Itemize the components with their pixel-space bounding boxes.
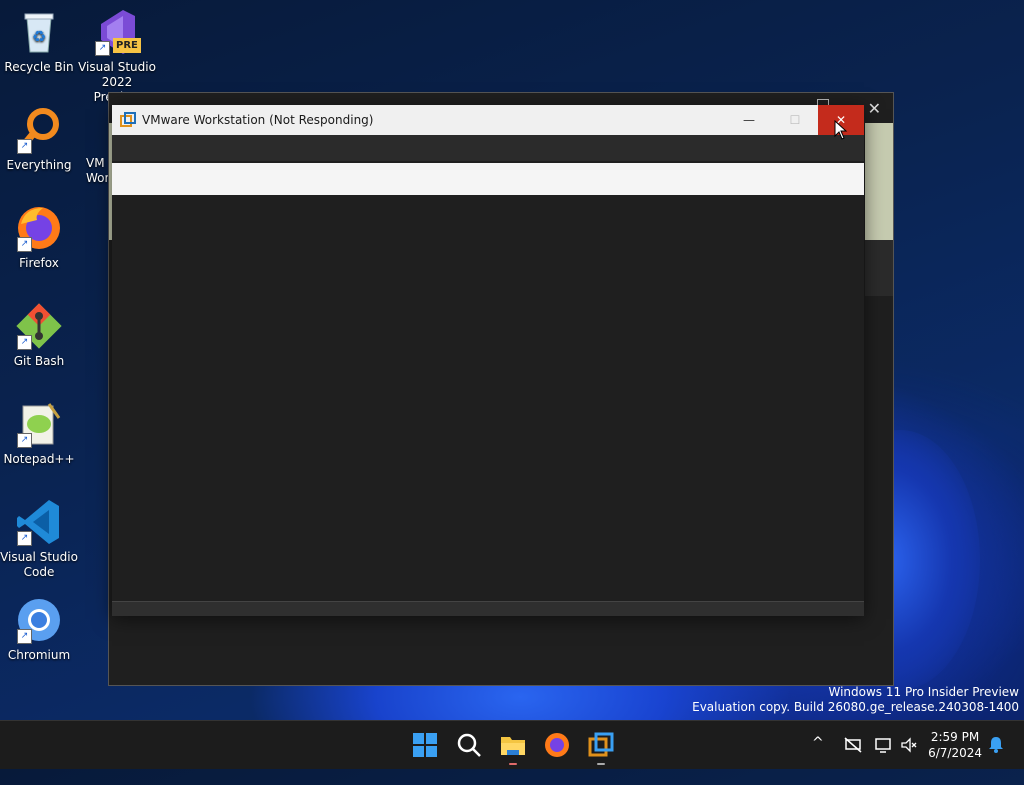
desktop-icon-vscode[interactable]: ↗ Visual Studio Code <box>0 498 78 580</box>
preview-badge: PRE <box>113 38 141 53</box>
notepadpp-icon: ↗ <box>15 400 63 448</box>
notification-bell-icon[interactable] <box>988 735 1004 783</box>
search-icon[interactable] <box>455 731 483 759</box>
status-bar <box>112 601 864 616</box>
recycle-bin-icon: ♻ <box>15 8 63 56</box>
mouse-cursor-icon <box>834 119 848 140</box>
background-window-scroll[interactable] <box>865 240 893 296</box>
main-content <box>112 195 864 601</box>
background-window-pane-right <box>865 123 893 240</box>
vmware-titlebar[interactable]: VMware Workstation (Not Responding) — ☐ … <box>112 105 864 135</box>
watermark-edition: Windows 11 Pro Insider Preview <box>828 685 1019 699</box>
desktop-icon-visual-studio[interactable]: PRE ↗ Visual Studio 2022 Preview <box>78 8 156 105</box>
clock[interactable]: 2:59 PM 6/7/2024 <box>928 729 982 761</box>
minimize-button[interactable]: — <box>726 105 772 135</box>
desktop-icon-recycle-bin[interactable]: ♻ Recycle Bin <box>0 8 78 75</box>
volume-muted-icon[interactable] <box>900 736 918 784</box>
desktop-icon-label: Chromium <box>7 648 71 662</box>
running-indicator <box>509 763 517 765</box>
visual-studio-icon: PRE ↗ <box>93 8 141 56</box>
shortcut-arrow-icon: ↗ <box>17 335 32 350</box>
desktop-icon-git-bash[interactable]: ↗ Git Bash <box>0 302 78 369</box>
toolbar <box>112 163 864 195</box>
maximize-button[interactable]: ☐ <box>772 105 818 135</box>
shortcut-arrow-icon: ↗ <box>17 629 32 644</box>
windows-watermark: Windows 11 Pro Insider Preview Evaluatio… <box>692 685 1019 715</box>
running-indicator <box>597 763 605 765</box>
chromium-icon: ↗ <box>15 596 63 644</box>
clock-date: 6/7/2024 <box>928 746 982 760</box>
desktop-icon-firefox[interactable]: ↗ Firefox <box>0 204 78 271</box>
menu-bar <box>112 135 864 161</box>
watermark-build: Evaluation copy. Build 26080.ge_release.… <box>692 700 1019 714</box>
network-off-icon[interactable] <box>844 737 862 785</box>
clock-time: 2:59 PM <box>930 730 980 744</box>
desktop-icon-label: Firefox <box>19 256 59 270</box>
desktop-icon-label: Recycle Bin <box>4 60 74 74</box>
git-bash-icon: ↗ <box>15 302 63 350</box>
shortcut-arrow-icon: ↗ <box>17 531 32 546</box>
vmware-window[interactable]: VMware Workstation (Not Responding) — ☐ … <box>112 105 864 616</box>
shortcut-arrow-icon: ↗ <box>17 433 32 448</box>
desktop-icon-notepadpp[interactable]: ↗ Notepad++ <box>0 400 78 467</box>
desktop-icon-label: Notepad++ <box>3 452 75 466</box>
desktop-icon-label: Everything <box>6 158 72 172</box>
window-title: VMware Workstation (Not Responding) <box>142 113 374 127</box>
shortcut-arrow-icon: ↗ <box>17 237 32 252</box>
vmware-taskbar-icon[interactable] <box>587 731 615 765</box>
everything-search-icon: ↗ <box>15 106 63 154</box>
shortcut-arrow-icon: ↗ <box>17 139 32 154</box>
start-icon[interactable] <box>411 731 439 759</box>
desktop-icon-label: Git Bash <box>13 354 65 368</box>
shortcut-arrow-icon: ↗ <box>95 41 110 56</box>
taskbar: ^ 2:59 PM 6/7/2024 <box>0 720 1024 769</box>
hidden-desktop-icon-label: VM Wor <box>86 156 108 185</box>
vmware-icon <box>120 112 136 128</box>
desktop-icon-chromium[interactable]: ↗ Chromium <box>0 596 78 663</box>
desktop-icon-everything[interactable]: ↗ Everything <box>0 106 78 173</box>
vscode-icon: ↗ <box>15 498 63 546</box>
desktop-icon-label: Visual Studio Code <box>0 550 78 579</box>
firefox-icon: ↗ <box>15 204 63 252</box>
file-explorer-icon[interactable] <box>499 731 527 765</box>
firefox-taskbar-icon[interactable] <box>543 731 571 759</box>
svg-text:♻: ♻ <box>32 27 46 46</box>
background-close-icon[interactable]: ✕ <box>868 99 881 118</box>
display-icon[interactable] <box>874 736 892 784</box>
tray-chevron-icon[interactable]: ^ <box>812 735 824 783</box>
